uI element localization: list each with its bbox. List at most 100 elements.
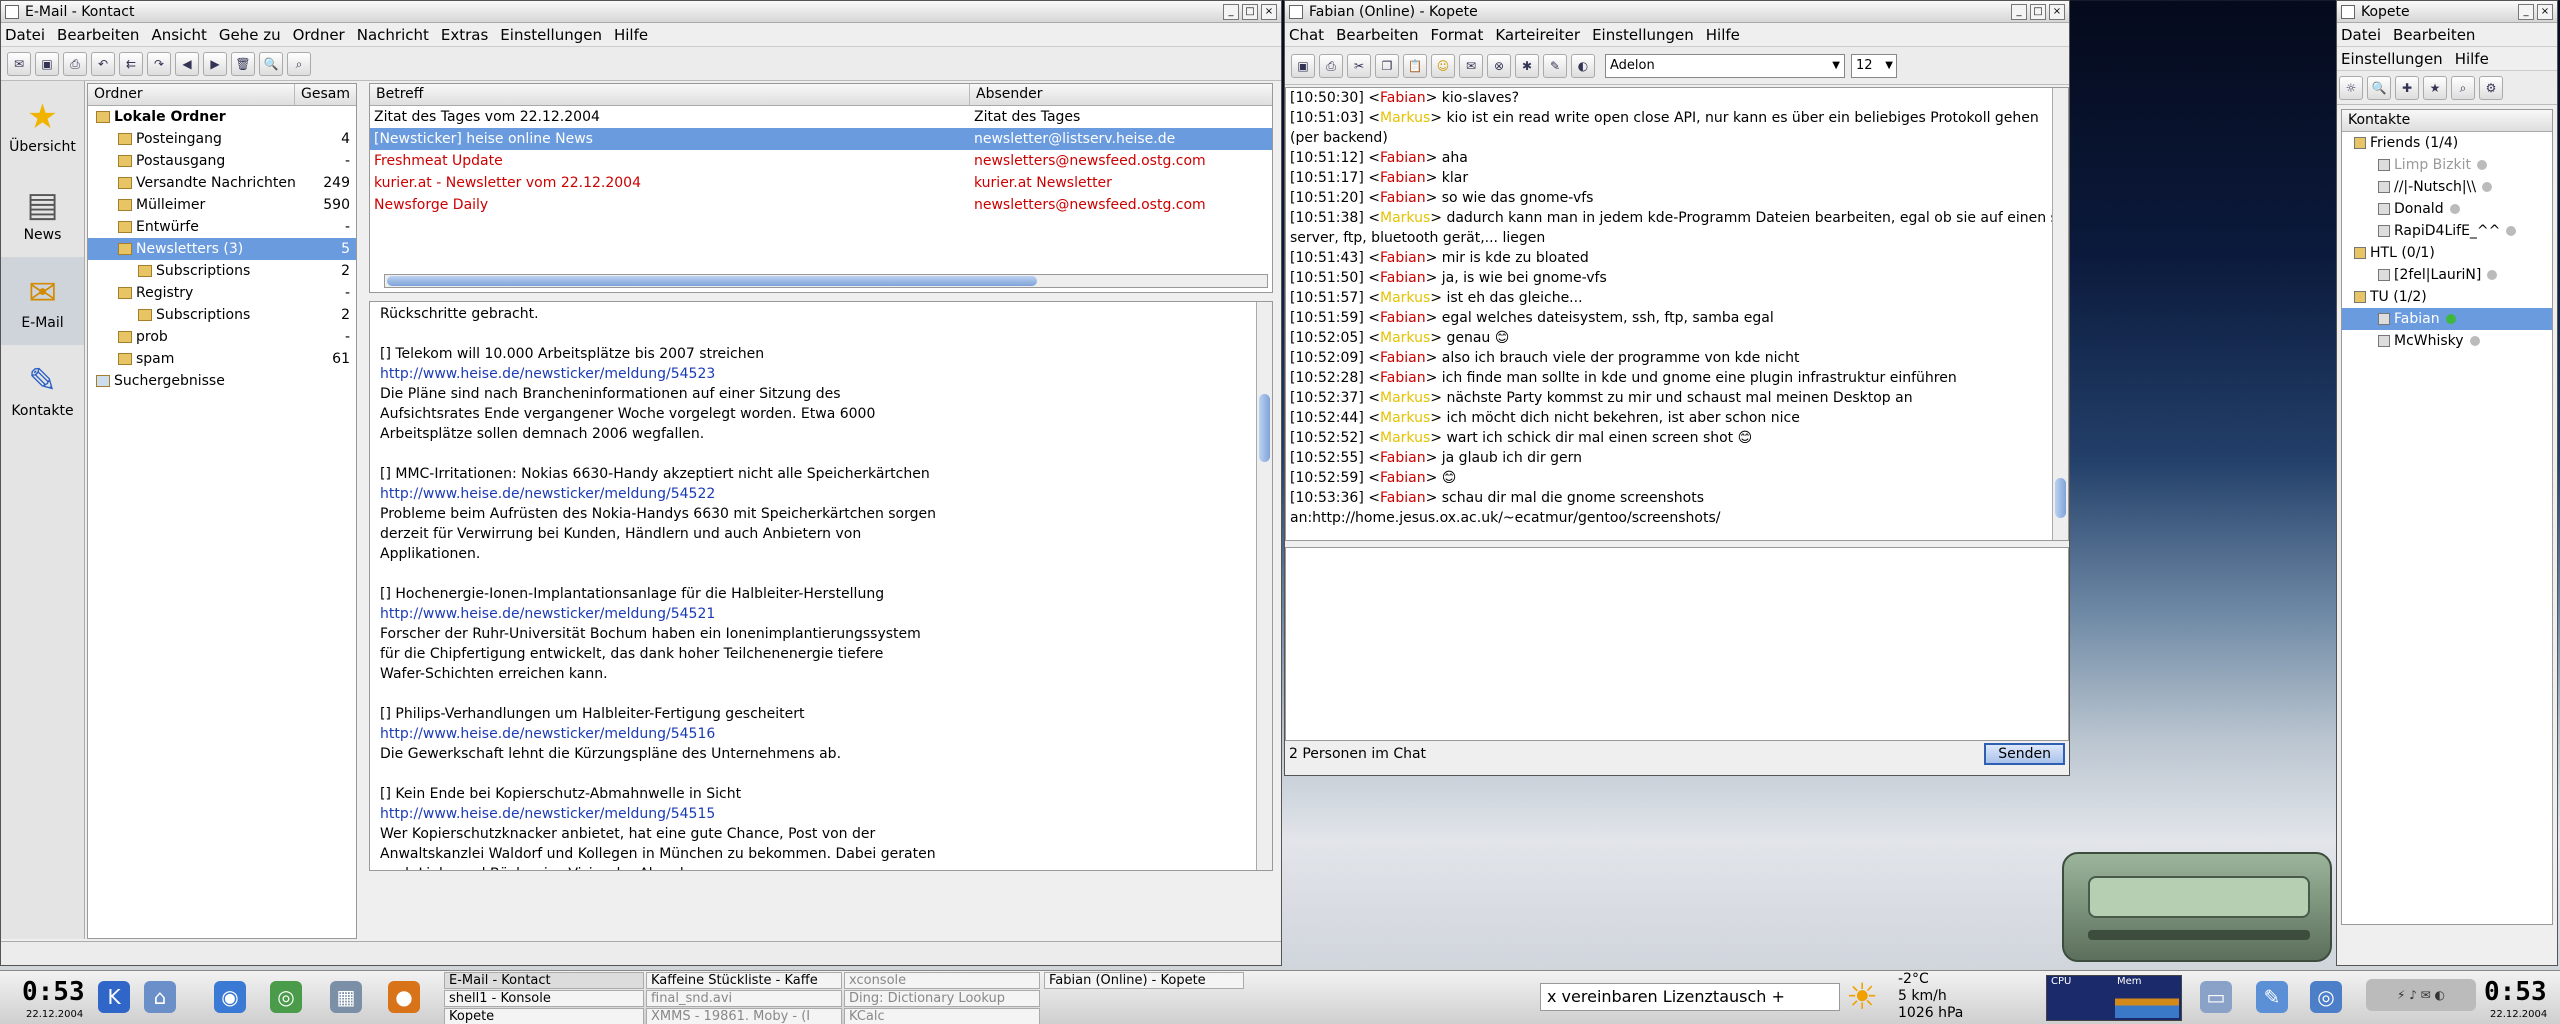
taskbar-clock[interactable]: 0:53	[22, 977, 85, 1007]
next-icon[interactable]: ▶	[203, 51, 227, 76]
contact-item[interactable]: //|-Nutsch|\\	[2342, 176, 2552, 198]
table-row-selected[interactable]: [Newsticker] heise online News newsletter…	[370, 128, 1272, 150]
task-xconsole[interactable]: xconsole	[844, 972, 1040, 989]
contact-group[interactable]: HTL (0/1)	[2342, 242, 2552, 264]
settings-icon[interactable]: ⚙	[2479, 75, 2503, 100]
chat-input[interactable]	[1285, 547, 2069, 741]
add-contact-icon[interactable]: ✚	[2395, 75, 2419, 100]
task-kontact[interactable]: E-Mail - Kontact	[444, 972, 644, 989]
calculator-icon[interactable]: ▦	[330, 981, 362, 1013]
chat-titlebar[interactable]: Fabian (Online) - Kopete _ □ ×	[1285, 1, 2069, 23]
save-icon[interactable]: ▣	[35, 51, 59, 76]
forward-icon[interactable]: ↷	[147, 51, 171, 76]
status-icon[interactable]: ☼	[2339, 75, 2363, 100]
table-row[interactable]: kurier.at - Newsletter vom 22.12.2004 kur…	[370, 172, 1272, 194]
contact-icon[interactable]: ✱	[1515, 53, 1539, 78]
minimize-button[interactable]: _	[2518, 3, 2534, 20]
menu-bearbeiten[interactable]: Bearbeiten	[57, 26, 139, 44]
search-icon[interactable]: 🔍	[2367, 75, 2391, 100]
task-kopete[interactable]: Kopete	[444, 1008, 644, 1024]
paste-icon[interactable]: 📋	[1403, 53, 1427, 78]
maximize-button[interactable]: □	[1242, 3, 1258, 20]
cut-icon[interactable]: ✂	[1347, 53, 1371, 78]
send-file-icon[interactable]: ✉	[1459, 53, 1483, 78]
konqueror-icon[interactable]: ◉	[214, 981, 246, 1013]
folder-item[interactable]: spam 61	[88, 348, 356, 370]
minimize-button[interactable]: _	[2011, 3, 2027, 20]
menu-hilfe[interactable]: Hilfe	[1706, 26, 1740, 44]
menu-einstellungen[interactable]: Einstellungen	[500, 26, 602, 44]
folder-icon[interactable]: ▭	[2200, 981, 2232, 1013]
network-icon[interactable]: ◎	[2310, 981, 2342, 1013]
menu-gehe-zu[interactable]: Gehe zu	[219, 26, 281, 44]
network-icon[interactable]: ◎	[270, 981, 302, 1013]
contact-item[interactable]: Limp Bizkit	[2342, 154, 2552, 176]
font-size-select[interactable]: 12 ▼	[1851, 53, 1897, 78]
taskbar-clock-right[interactable]: 0:53	[2484, 977, 2547, 1007]
send-button[interactable]: Senden	[1984, 743, 2065, 765]
folder-item[interactable]: Subscriptions 2	[88, 260, 356, 282]
copy-icon[interactable]: ❐	[1375, 53, 1399, 78]
contact-item[interactable]: Donald	[2342, 198, 2552, 220]
table-row[interactable]: Newsforge Daily newsletters@newsfeed.ostg…	[370, 194, 1272, 216]
close-button[interactable]: ×	[2537, 3, 2553, 20]
home-icon[interactable]: ⌂	[144, 981, 176, 1013]
favorite-icon[interactable]: ★	[2423, 75, 2447, 100]
menu-bearbeiten[interactable]: Bearbeiten	[1336, 26, 1418, 44]
column-header-folder[interactable]: Ordner	[88, 84, 296, 105]
stop-icon[interactable]: ⊗	[1487, 53, 1511, 78]
task-kaffeine[interactable]: Kaffeine Stückliste - Kaffe	[646, 972, 842, 989]
sidebar-item-contacts[interactable]: ✎ Kontakte	[1, 345, 84, 433]
font-select[interactable]: Adelon ▼	[1605, 53, 1845, 78]
folder-item[interactable]: prob -	[88, 326, 356, 348]
color-icon[interactable]: ◐	[1571, 53, 1595, 78]
new-mail-icon[interactable]: ✉	[7, 51, 31, 76]
menu-hilfe[interactable]: Hilfe	[614, 26, 648, 44]
news-ticker[interactable]: x vereinbaren Lizenztausch +	[1540, 983, 1840, 1011]
kde-menu-icon[interactable]: K	[98, 981, 130, 1013]
contact-item[interactable]: [2fel|LauriN]	[2342, 264, 2552, 286]
folder-item[interactable]: Postausgang -	[88, 150, 356, 172]
menu-nachricht[interactable]: Nachricht	[357, 26, 429, 44]
editor-icon[interactable]: ✎	[2256, 981, 2288, 1013]
firefox-icon[interactable]: ●	[388, 981, 420, 1013]
kontact-titlebar[interactable]: E-Mail - Kontact _ □ ×	[1, 1, 1281, 23]
reply-all-icon[interactable]: ⇇	[119, 51, 143, 76]
article-link[interactable]: http://www.heise.de/newsticker/meldung/5…	[370, 366, 1272, 386]
menu-einstellungen[interactable]: Einstellungen	[2341, 50, 2443, 68]
folder-item[interactable]: Mülleimer 590	[88, 194, 356, 216]
contact-group[interactable]: Friends (1/4)	[2342, 132, 2552, 154]
task-konsole[interactable]: shell1 - Konsole	[444, 990, 644, 1007]
minimize-button[interactable]: _	[1223, 3, 1239, 20]
sidebar-item-email[interactable]: ✉ E-Mail	[1, 257, 84, 345]
system-monitor[interactable]: CPU Mem	[2046, 975, 2182, 1021]
menu-datei[interactable]: Datei	[2341, 26, 2381, 44]
menu-karteireiter[interactable]: Karteireiter	[1495, 26, 1580, 44]
folder-item[interactable]: Suchergebnisse	[88, 370, 356, 392]
folder-item[interactable]: Registry -	[88, 282, 356, 304]
folder-item[interactable]: Subscriptions 2	[88, 304, 356, 326]
contact-item[interactable]: Fabian	[2342, 308, 2552, 330]
tray-icons[interactable]: ⚡ ♪ ✉ ◐	[2366, 979, 2476, 1011]
article-link[interactable]: http://www.heise.de/newsticker/meldung/5…	[370, 606, 1272, 626]
menu-bearbeiten[interactable]: Bearbeiten	[2393, 26, 2475, 44]
menu-chat[interactable]: Chat	[1289, 26, 1324, 44]
folder-item[interactable]: Posteingang 4	[88, 128, 356, 150]
close-button[interactable]: ×	[2049, 3, 2065, 20]
table-row[interactable]: Freshmeat Update newsletters@newsfeed.ost…	[370, 150, 1272, 172]
folder-item[interactable]: Entwürfe -	[88, 216, 356, 238]
chat-scrollbar[interactable]	[2052, 88, 2068, 540]
folder-item[interactable]: Lokale Ordner	[88, 106, 356, 128]
close-button[interactable]: ×	[1261, 3, 1277, 20]
search-icon[interactable]: 🔍	[259, 51, 283, 76]
column-header-sender[interactable]: Absender	[970, 84, 1272, 105]
sidebar-item-news[interactable]: ▤ News	[1, 169, 84, 257]
print-icon[interactable]: ⎙	[63, 51, 87, 76]
task-chat[interactable]: Fabian (Online) - Kopete	[1044, 972, 1244, 989]
menu-ansicht[interactable]: Ansicht	[151, 26, 206, 44]
column-header-subject[interactable]: Betreff	[370, 84, 970, 105]
menu-format[interactable]: Format	[1430, 26, 1483, 44]
format-icon[interactable]: ✎	[1543, 53, 1567, 78]
sidebar-item-overview[interactable]: ★ Übersicht	[1, 81, 84, 169]
article-link[interactable]: http://www.heise.de/newsticker/meldung/5…	[370, 726, 1272, 746]
